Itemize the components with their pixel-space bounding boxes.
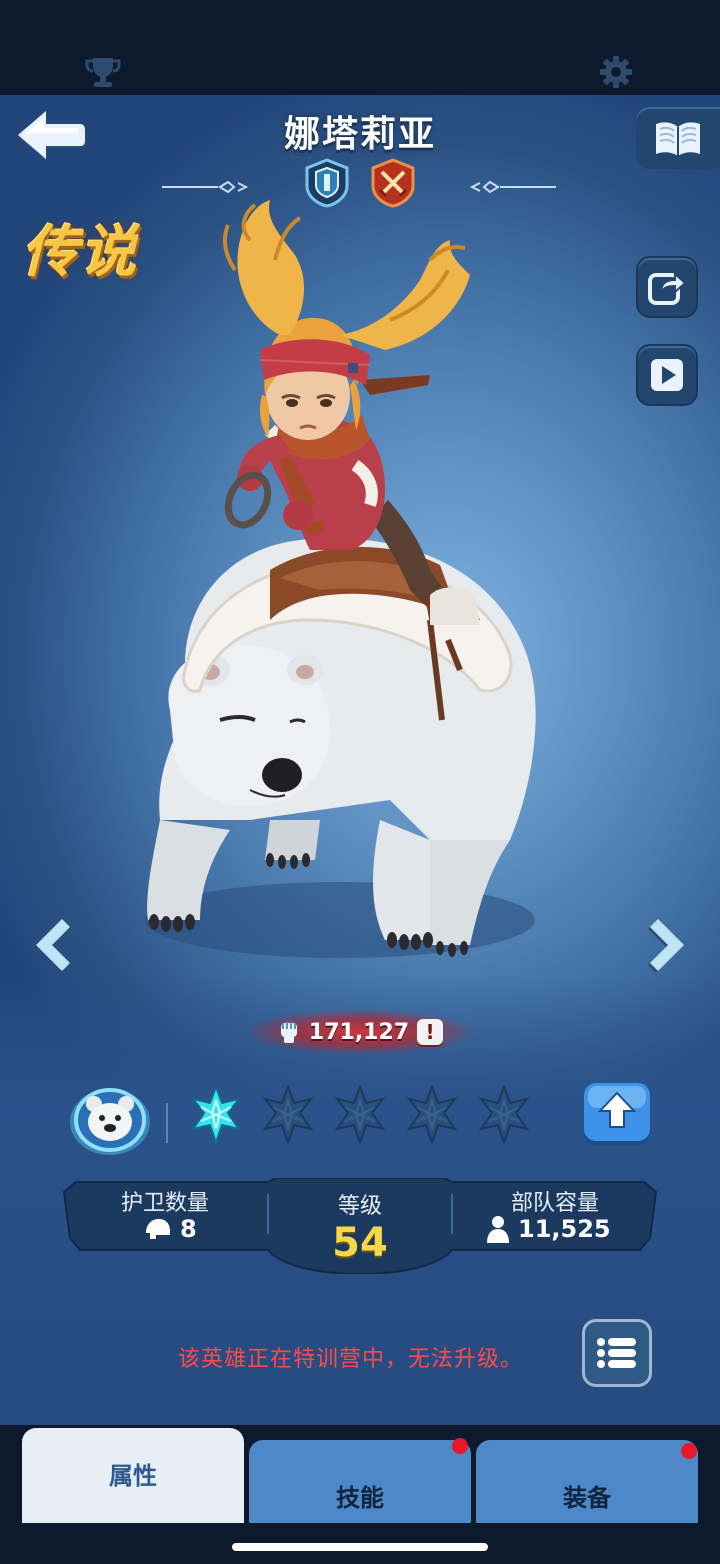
next-hero-arrow-icon[interactable]: [644, 917, 690, 977]
power-warning-icon[interactable]: !: [417, 1019, 444, 1045]
person-icon: [487, 1216, 509, 1243]
share-icon: [648, 271, 687, 305]
troop-capacity-label: 部队容量: [510, 1191, 599, 1216]
hero-stage: 娜塔莉亚 传说 171,127 ! 护卫数量 8 等级 54 部队容量 11,5…: [0, 95, 720, 1425]
row-separator: [166, 1103, 168, 1143]
title-ornament-right: [469, 180, 556, 194]
gear-icon[interactable]: [598, 54, 634, 90]
hero-name: 娜塔莉亚: [283, 114, 436, 155]
star-filled-icon: [190, 1085, 242, 1147]
rarity-label: 传说: [22, 220, 138, 285]
list-icon: [597, 1338, 636, 1368]
home-indicator[interactable]: [232, 1543, 488, 1551]
hero-illustration: [145, 200, 536, 958]
equipment-notification-dot: [681, 1443, 697, 1459]
power-display: 171,127 !: [250, 1010, 470, 1054]
level-label: 等级: [337, 1194, 382, 1219]
play-button[interactable]: [636, 344, 698, 406]
troop-capacity: 11,525: [486, 1215, 611, 1243]
star-empty-icon: [478, 1085, 530, 1147]
tab-equipment[interactable]: 装备: [476, 1440, 698, 1524]
star-empty-icon: [334, 1085, 386, 1147]
stats-panel: 护卫数量 8 等级 54 部队容量 11,525: [62, 1178, 658, 1274]
skills-notification-dot: [452, 1438, 468, 1454]
bottom-tabs: 属性 技能 装备: [0, 1425, 720, 1524]
play-icon: [651, 359, 683, 391]
troop-capacity-value: 11,525: [518, 1215, 611, 1243]
book-icon: [656, 122, 700, 156]
share-button[interactable]: [636, 256, 698, 318]
home-indicator-bar: [0, 1523, 720, 1564]
fist-icon: [280, 1022, 297, 1043]
list-button[interactable]: [582, 1319, 652, 1387]
polar-bear-icon[interactable]: [66, 1080, 154, 1158]
guard-count-label: 护卫数量: [120, 1191, 209, 1216]
trophy-icon[interactable]: [84, 56, 122, 88]
top-bar: [0, 0, 720, 95]
title-ornament-left: [162, 180, 249, 194]
upgrade-button[interactable]: [582, 1081, 652, 1147]
book-button[interactable]: [636, 107, 720, 169]
tab-skills[interactable]: 技能: [249, 1440, 471, 1524]
power-value: 171,127: [308, 1019, 410, 1045]
previous-hero-arrow-icon[interactable]: [30, 917, 76, 977]
star-empty-icon: [406, 1085, 458, 1147]
tab-attributes[interactable]: 属性: [22, 1428, 244, 1524]
star-empty-icon: [262, 1085, 314, 1147]
